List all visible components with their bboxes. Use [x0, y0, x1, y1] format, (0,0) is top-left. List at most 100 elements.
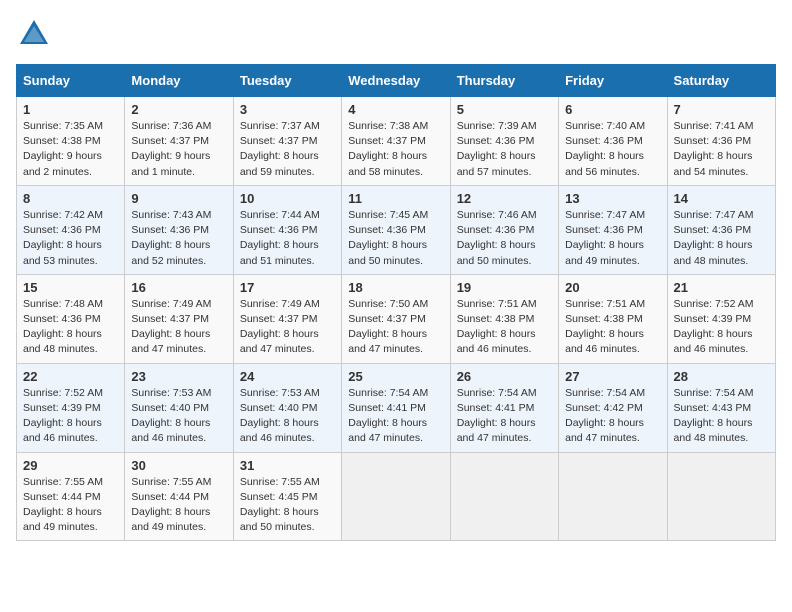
day-number: 13 [565, 191, 660, 206]
calendar-week-3: 15 Sunrise: 7:48 AMSunset: 4:36 PMDayligh… [17, 274, 776, 363]
col-header-thursday: Thursday [450, 65, 558, 97]
day-number: 23 [131, 369, 226, 384]
calendar-cell: 7 Sunrise: 7:41 AMSunset: 4:36 PMDaylight… [667, 97, 775, 186]
day-info: Sunrise: 7:54 AMSunset: 4:42 PMDaylight:… [565, 386, 660, 447]
calendar-cell [342, 452, 450, 541]
day-number: 21 [674, 280, 769, 295]
calendar-cell [667, 452, 775, 541]
calendar-header-row: SundayMondayTuesdayWednesdayThursdayFrid… [17, 65, 776, 97]
calendar-cell: 1Sunrise: 7:35 AMSunset: 4:38 PMDaylight… [17, 97, 125, 186]
day-number: 27 [565, 369, 660, 384]
calendar-week-2: 8 Sunrise: 7:42 AMSunset: 4:36 PMDaylight… [17, 185, 776, 274]
day-number: 9 [131, 191, 226, 206]
calendar-week-4: 22Sunrise: 7:52 AMSunset: 4:39 PMDayligh… [17, 363, 776, 452]
day-info: Sunrise: 7:47 AMSunset: 4:36 PMDaylight:… [565, 208, 660, 269]
calendar-table: SundayMondayTuesdayWednesdayThursdayFrid… [16, 64, 776, 541]
calendar-cell [450, 452, 558, 541]
day-info: Sunrise: 7:43 AMSunset: 4:36 PMDaylight:… [131, 208, 226, 269]
calendar-cell: 25 Sunrise: 7:54 AMSunset: 4:41 PMDayligh… [342, 363, 450, 452]
day-number: 31 [240, 458, 335, 473]
calendar-cell: 5Sunrise: 7:39 AMSunset: 4:36 PMDaylight… [450, 97, 558, 186]
day-number: 25 [348, 369, 443, 384]
calendar-body: 1Sunrise: 7:35 AMSunset: 4:38 PMDaylight… [17, 97, 776, 541]
col-header-tuesday: Tuesday [233, 65, 341, 97]
day-number: 7 [674, 102, 769, 117]
day-number: 2 [131, 102, 226, 117]
calendar-cell: 31 Sunrise: 7:55 AMSunset: 4:45 PMDayligh… [233, 452, 341, 541]
day-number: 19 [457, 280, 552, 295]
logo [16, 16, 58, 52]
day-info: Sunrise: 7:49 AMSunset: 4:37 PMDaylight:… [240, 297, 335, 358]
day-info: Sunrise: 7:53 AMSunset: 4:40 PMDaylight:… [131, 386, 226, 447]
day-info: Sunrise: 7:55 AMSunset: 4:44 PMDaylight:… [23, 475, 118, 536]
calendar-cell: 6 Sunrise: 7:40 AMSunset: 4:36 PMDaylight… [559, 97, 667, 186]
day-info: Sunrise: 7:41 AMSunset: 4:36 PMDaylight:… [674, 119, 769, 180]
day-info: Sunrise: 7:45 AMSunset: 4:36 PMDaylight:… [348, 208, 443, 269]
calendar-cell: 28 Sunrise: 7:54 AMSunset: 4:43 PMDayligh… [667, 363, 775, 452]
day-number: 12 [457, 191, 552, 206]
header [16, 16, 776, 52]
day-info: Sunrise: 7:52 AMSunset: 4:39 PMDaylight:… [23, 386, 118, 447]
day-number: 16 [131, 280, 226, 295]
day-number: 8 [23, 191, 118, 206]
calendar-cell: 22Sunrise: 7:52 AMSunset: 4:39 PMDayligh… [17, 363, 125, 452]
day-info: Sunrise: 7:36 AMSunset: 4:37 PMDaylight:… [131, 119, 226, 180]
calendar-cell: 21 Sunrise: 7:52 AMSunset: 4:39 PMDayligh… [667, 274, 775, 363]
day-info: Sunrise: 7:38 AMSunset: 4:37 PMDaylight:… [348, 119, 443, 180]
col-header-saturday: Saturday [667, 65, 775, 97]
day-info: Sunrise: 7:46 AMSunset: 4:36 PMDaylight:… [457, 208, 552, 269]
day-info: Sunrise: 7:49 AMSunset: 4:37 PMDaylight:… [131, 297, 226, 358]
day-info: Sunrise: 7:54 AMSunset: 4:41 PMDaylight:… [348, 386, 443, 447]
day-info: Sunrise: 7:42 AMSunset: 4:36 PMDaylight:… [23, 208, 118, 269]
day-info: Sunrise: 7:55 AMSunset: 4:44 PMDaylight:… [131, 475, 226, 536]
logo-icon [16, 16, 52, 52]
day-number: 15 [23, 280, 118, 295]
calendar-cell: 19Sunrise: 7:51 AMSunset: 4:38 PMDayligh… [450, 274, 558, 363]
day-number: 6 [565, 102, 660, 117]
day-number: 18 [348, 280, 443, 295]
calendar-cell: 14Sunrise: 7:47 AMSunset: 4:36 PMDayligh… [667, 185, 775, 274]
day-info: Sunrise: 7:53 AMSunset: 4:40 PMDaylight:… [240, 386, 335, 447]
calendar-cell: 20Sunrise: 7:51 AMSunset: 4:38 PMDayligh… [559, 274, 667, 363]
calendar-cell: 4Sunrise: 7:38 AMSunset: 4:37 PMDaylight… [342, 97, 450, 186]
calendar-cell: 9 Sunrise: 7:43 AMSunset: 4:36 PMDaylight… [125, 185, 233, 274]
calendar-cell: 15 Sunrise: 7:48 AMSunset: 4:36 PMDayligh… [17, 274, 125, 363]
day-info: Sunrise: 7:54 AMSunset: 4:43 PMDaylight:… [674, 386, 769, 447]
day-info: Sunrise: 7:48 AMSunset: 4:36 PMDaylight:… [23, 297, 118, 358]
day-number: 29 [23, 458, 118, 473]
calendar-cell: 2 Sunrise: 7:36 AMSunset: 4:37 PMDaylight… [125, 97, 233, 186]
calendar-cell: 11 Sunrise: 7:45 AMSunset: 4:36 PMDayligh… [342, 185, 450, 274]
col-header-wednesday: Wednesday [342, 65, 450, 97]
col-header-monday: Monday [125, 65, 233, 97]
day-info: Sunrise: 7:35 AMSunset: 4:38 PMDaylight:… [23, 119, 118, 180]
calendar-week-1: 1Sunrise: 7:35 AMSunset: 4:38 PMDaylight… [17, 97, 776, 186]
calendar-cell: 16 Sunrise: 7:49 AMSunset: 4:37 PMDayligh… [125, 274, 233, 363]
day-info: Sunrise: 7:40 AMSunset: 4:36 PMDaylight:… [565, 119, 660, 180]
day-info: Sunrise: 7:55 AMSunset: 4:45 PMDaylight:… [240, 475, 335, 536]
day-number: 5 [457, 102, 552, 117]
calendar-week-5: 29 Sunrise: 7:55 AMSunset: 4:44 PMDayligh… [17, 452, 776, 541]
calendar-cell: 30 Sunrise: 7:55 AMSunset: 4:44 PMDayligh… [125, 452, 233, 541]
day-number: 3 [240, 102, 335, 117]
day-number: 28 [674, 369, 769, 384]
calendar-cell: 27 Sunrise: 7:54 AMSunset: 4:42 PMDayligh… [559, 363, 667, 452]
calendar-cell: 13 Sunrise: 7:47 AMSunset: 4:36 PMDayligh… [559, 185, 667, 274]
day-number: 10 [240, 191, 335, 206]
calendar-cell: 26Sunrise: 7:54 AMSunset: 4:41 PMDayligh… [450, 363, 558, 452]
day-info: Sunrise: 7:37 AMSunset: 4:37 PMDaylight:… [240, 119, 335, 180]
day-number: 26 [457, 369, 552, 384]
day-number: 11 [348, 191, 443, 206]
day-number: 14 [674, 191, 769, 206]
day-info: Sunrise: 7:52 AMSunset: 4:39 PMDaylight:… [674, 297, 769, 358]
calendar-cell: 18Sunrise: 7:50 AMSunset: 4:37 PMDayligh… [342, 274, 450, 363]
col-header-friday: Friday [559, 65, 667, 97]
day-number: 24 [240, 369, 335, 384]
calendar-cell [559, 452, 667, 541]
day-number: 17 [240, 280, 335, 295]
calendar-cell: 10Sunrise: 7:44 AMSunset: 4:36 PMDayligh… [233, 185, 341, 274]
day-number: 30 [131, 458, 226, 473]
col-header-sunday: Sunday [17, 65, 125, 97]
calendar-cell: 24 Sunrise: 7:53 AMSunset: 4:40 PMDayligh… [233, 363, 341, 452]
calendar-cell: 29 Sunrise: 7:55 AMSunset: 4:44 PMDayligh… [17, 452, 125, 541]
calendar-cell: 17 Sunrise: 7:49 AMSunset: 4:37 PMDayligh… [233, 274, 341, 363]
